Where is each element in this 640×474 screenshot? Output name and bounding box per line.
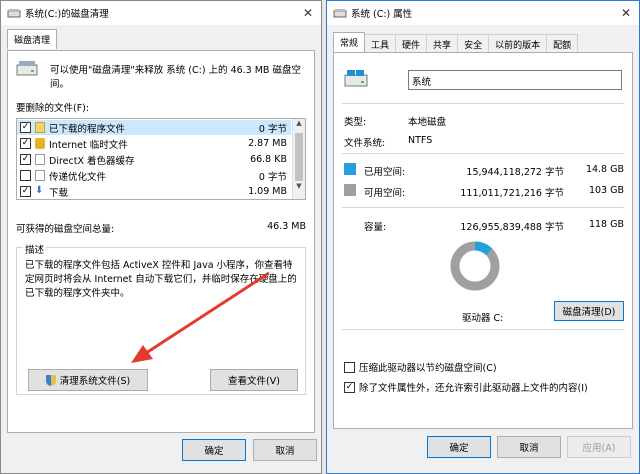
file-size: 1.09 MB [248,186,287,197]
file-size: 0 字节 [258,123,287,135]
folder-icon [35,122,45,133]
tab-security[interactable]: 安全 [457,34,490,52]
tab-hardware[interactable]: 硬件 [395,34,428,52]
tab-strip: 常规 工具 硬件 共享 安全 以前的版本 配额 [333,32,579,52]
scrollbar[interactable]: ▲ ▼ [292,119,305,199]
capacity-bytes: 126,955,839,488 字节 [460,222,564,233]
scroll-thumb[interactable] [295,133,303,181]
file-checkbox[interactable] [20,170,31,181]
used-bytes: 15,944,118,272 字节 [466,167,564,178]
file-name: 下载 [49,187,69,199]
close-icon[interactable]: ✕ [303,6,313,20]
ok-button[interactable]: 确定 [427,436,491,458]
list-item[interactable]: ✓ DirectX 着色器缓存 66.8 KB [17,152,291,167]
drive-icon [344,70,368,87]
capacity-label: 容量: [364,222,387,233]
list-item[interactable]: ✓ Internet 临时文件 2.87 MB [17,136,291,151]
disk-cleanup-window: 系统(C:)的磁盘清理 ✕ 磁盘清理 可以使用"磁盘清理"来释放 系统 (C:)… [0,0,322,474]
tab-previous-versions[interactable]: 以前的版本 [488,34,548,52]
used-color-swatch [344,163,356,175]
file-size: 0 字节 [258,171,287,183]
file-checkbox[interactable]: ✓ [20,138,31,149]
cancel-button[interactable]: 取消 [497,436,561,458]
window-title: 系统(C:)的磁盘清理 [25,9,109,20]
drive-name-input[interactable]: 系统 [408,70,622,90]
annotation-arrow [131,271,270,363]
drive-label: 驱动器 C: [462,313,504,324]
cleanup-panel: 可以使用"磁盘清理"来释放 系统 (C:) 上的 46.3 MB 磁盘空间。 要… [7,50,315,433]
file-name: DirectX 着色器缓存 [49,155,135,167]
index-label: 除了文件属性外，还允许索引此驱动器上文件的内容(I) [359,383,588,394]
close-icon[interactable]: ✕ [621,6,631,20]
file-icon [35,154,45,165]
general-panel: 系统 类型: 本地磁盘 文件系统: NTFS 已用空间: 15,944,118,… [333,52,633,429]
file-size: 2.87 MB [248,138,287,149]
tab-sharing[interactable]: 共享 [426,34,459,52]
index-checkbox[interactable]: ✓ [344,381,355,393]
compress-checkbox[interactable] [344,361,355,373]
tab-tools[interactable]: 工具 [364,34,397,52]
file-name: Internet 临时文件 [49,139,128,151]
file-name: 传递优化文件 [49,171,107,183]
ok-button[interactable]: 确定 [182,439,246,461]
scroll-down-icon[interactable]: ▼ [293,182,305,195]
cleanup-system-files-button[interactable]: 清理系统文件(S) [28,369,148,391]
window-title: 系统 (C:) 属性 [351,9,413,20]
file-size: 66.8 KB [250,154,287,165]
file-name: 已下载的程序文件 [49,123,126,135]
used-label: 已用空间: [364,167,406,178]
file-checkbox[interactable]: ✓ [20,186,31,197]
free-size: 103 GB [588,185,624,196]
cancel-button[interactable]: 取消 [253,439,317,461]
usage-donut-chart [450,241,500,291]
file-list[interactable]: ✓ 已下载的程序文件 0 字节 ✓ Internet 临时文件 2.87 MB … [16,118,306,200]
description-title: 描述 [23,242,47,256]
free-label: 可用空间: [364,188,406,199]
file-icon [35,170,45,181]
compress-option[interactable]: 压缩此驱动器以节约磁盘空间(C) [344,360,497,374]
list-item[interactable]: 传递优化文件 0 字节 [17,168,291,183]
free-bytes: 111,011,721,216 字节 [460,188,564,199]
drive-icon [7,9,21,18]
type-value: 本地磁盘 [408,117,447,128]
lock-icon [35,138,45,149]
cleanup-system-files-label: 清理系统文件(S) [59,376,131,387]
filesystem-value: NTFS [408,135,433,146]
scroll-up-icon[interactable]: ▲ [293,119,305,132]
tab-disk-cleanup[interactable]: 磁盘清理 [7,29,58,49]
apply-button[interactable]: 应用(A) [567,436,631,458]
title-bar[interactable]: 系统 (C:) 属性 ✕ [327,1,639,25]
intro-text: 可以使用"磁盘清理"来释放 系统 (C:) 上的 46.3 MB 磁盘空间。 [50,65,301,90]
title-bar[interactable]: 系统(C:)的磁盘清理 ✕ [1,1,321,25]
file-checkbox[interactable]: ✓ [20,122,31,133]
list-item[interactable]: ✓ ⬇ 下载 1.09 MB [17,184,291,199]
capacity-size: 118 GB [588,219,624,230]
used-size: 14.8 GB [585,164,624,175]
drive-icon [16,61,38,76]
files-label: 要删除的文件(F): [16,103,90,114]
compress-label: 压缩此驱动器以节约磁盘空间(C) [359,363,497,374]
type-label: 类型: [344,117,367,128]
view-files-button[interactable]: 查看文件(V) [210,369,298,391]
file-checkbox[interactable]: ✓ [20,154,31,165]
tab-general[interactable]: 常规 [333,32,366,52]
tab-quota[interactable]: 配额 [546,34,579,52]
index-option[interactable]: ✓ 除了文件属性外，还允许索引此驱动器上文件的内容(I) [344,380,588,394]
list-item[interactable]: ✓ 已下载的程序文件 0 字节 [17,120,291,135]
shield-icon [45,374,56,386]
filesystem-label: 文件系统: [344,138,386,149]
drive-properties-window: 系统 (C:) 属性 ✕ 常规 工具 硬件 共享 安全 以前的版本 配额 系统 … [326,0,640,474]
download-icon: ⬇ [35,185,44,196]
free-color-swatch [344,184,356,196]
total-value: 46.3 MB [267,221,306,232]
drive-icon [333,9,347,18]
total-label: 可获得的磁盘空间总量: [16,224,115,235]
disk-cleanup-button[interactable]: 磁盘清理(D) [554,301,624,321]
